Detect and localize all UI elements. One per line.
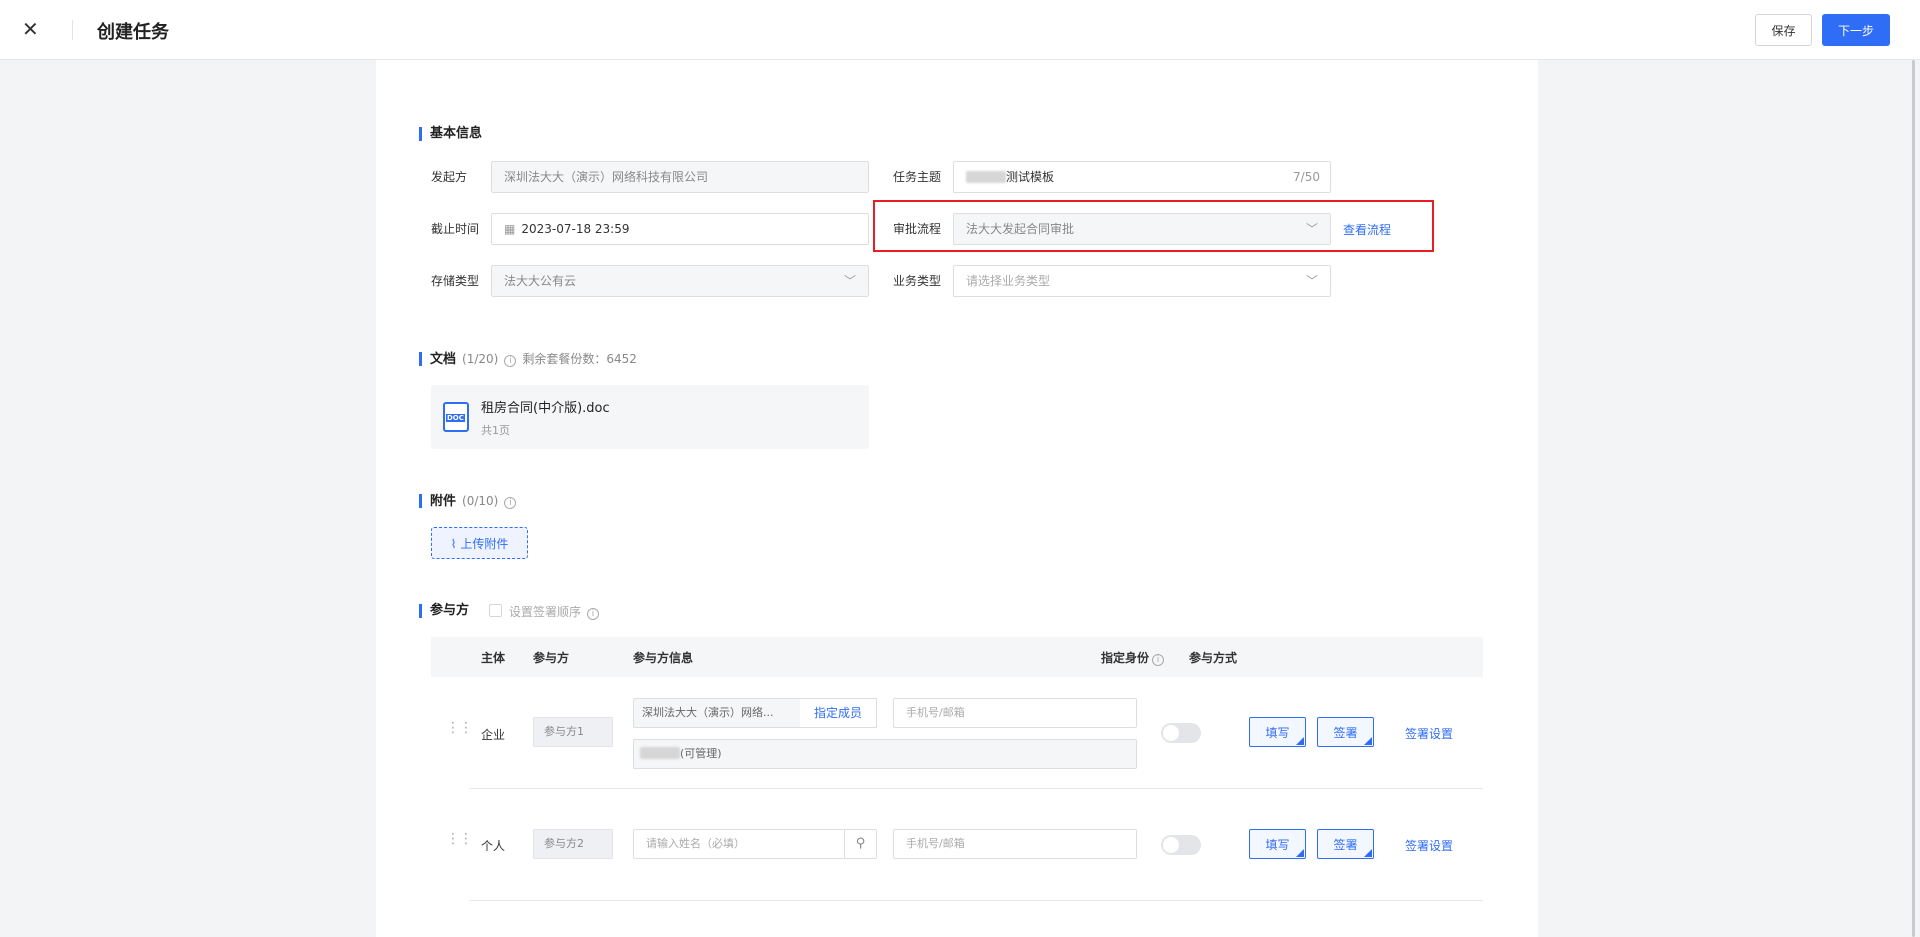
subject-input[interactable]: 测试模板 7/50 (953, 161, 1331, 193)
row2-fill-button[interactable]: 填写 (1249, 829, 1306, 859)
subject-value: 测试模板 (1006, 170, 1055, 184)
sign-order-label: 设置签署顺序 i (509, 603, 600, 620)
assign-member-button[interactable]: 指定成员 (800, 698, 877, 728)
doc-icon-label: DOC (446, 414, 465, 422)
row1-fill-button[interactable]: 填写 (1249, 717, 1306, 747)
th-party: 参与方 (533, 651, 570, 665)
initiator-field: 深圳法大大（演示）网络科技有限公司 (491, 161, 869, 193)
row1-phone-input[interactable]: 手机号/邮箱 (893, 698, 1137, 728)
section-basic-info: 基本信息 (419, 126, 482, 142)
subject-label: 任务主题 (893, 170, 942, 184)
close-icon[interactable]: ✕ (22, 18, 39, 40)
calendar-icon: ▦ (504, 222, 516, 236)
row2-identity-toggle[interactable] (1161, 835, 1201, 855)
section-participants: 参与方 (419, 603, 469, 619)
th-mode: 参与方式 (1189, 651, 1238, 665)
row2-name-placeholder: 请输入姓名（必填） (646, 837, 745, 850)
row1-sign-settings-link[interactable]: 签署设置 (1405, 725, 1453, 742)
participants-table-header: 主体 参与方 参与方信息 指定身份 i 参与方式 (431, 637, 1483, 677)
sign-order-text: 设置签署顺序 (509, 605, 582, 619)
scrollbar-thumb[interactable] (1912, 60, 1915, 937)
row-divider (470, 788, 1483, 789)
subject-char-count: 7/50 (1293, 170, 1320, 184)
docs-count: (1/20) (462, 352, 499, 366)
row1-company: 深圳法大大（演示）网络... (642, 706, 774, 719)
th-identity: 指定身份 i (1101, 649, 1165, 666)
chevron-down-icon: ﹀ (1305, 274, 1318, 288)
document-name: 租房合同(中介版).doc (481, 401, 610, 416)
row2-name-input[interactable]: 请输入姓名（必填） ⚲ (633, 829, 877, 859)
page-title: 创建任务 (97, 22, 169, 43)
row2-phone-input[interactable]: 手机号/邮箱 (893, 829, 1137, 859)
redacted-text (640, 747, 680, 759)
th-subject: 主体 (481, 651, 506, 665)
row1-member-field: (可管理) (633, 739, 1137, 769)
deadline-picker[interactable]: ▦ 2023-07-18 23:59 (491, 213, 869, 245)
identity-text: 指定身份 (1101, 651, 1150, 665)
save-button[interactable]: 保存 (1755, 14, 1812, 46)
row2-sign-settings-link[interactable]: 签署设置 (1405, 837, 1453, 854)
paperclip-icon: ⌇ (450, 536, 461, 551)
th-info: 参与方信息 (633, 651, 694, 665)
deadline-label: 截止时间 (431, 222, 480, 236)
doc-file-icon: DOC (443, 402, 469, 432)
redacted-text (966, 171, 1006, 183)
document-pages: 共1页 (481, 424, 510, 437)
document-card[interactable]: DOC 租房合同(中介版).doc 共1页 (431, 385, 869, 449)
section-documents: 文档 (1/20) i 剩余套餐份数：6452 (419, 351, 637, 367)
docs-remaining: 剩余套餐份数：6452 (522, 352, 637, 366)
upload-attachment-button[interactable]: ⌇ 上传附件 (431, 527, 528, 559)
row1-company-field: 深圳法大大（演示）网络... (633, 698, 801, 728)
drag-handle-icon[interactable]: ⋮⋮ (446, 832, 473, 846)
row2-party: 参与方2 (533, 829, 613, 859)
row1-sign-button[interactable]: 签署 (1317, 717, 1374, 747)
info-icon[interactable]: i (1152, 654, 1165, 666)
attachments-count: (0/10) (462, 494, 499, 508)
biztype-placeholder: 请选择业务类型 (966, 274, 1051, 288)
row2-subject: 个人 (481, 839, 506, 853)
storage-value: 法大大公有云 (504, 274, 577, 288)
section-attachments: 附件 (0/10) i (419, 493, 517, 509)
info-icon[interactable]: i (504, 355, 517, 367)
top-bar: ✕ 创建任务 保存 下一步 (0, 0, 1920, 60)
storage-label: 存储类型 (431, 274, 480, 288)
biztype-select[interactable]: 请选择业务类型 ﹀ (953, 265, 1331, 297)
row2-sign-button[interactable]: 签署 (1317, 829, 1374, 859)
attachments-title: 附件 (430, 494, 457, 509)
row1-member-suffix: (可管理) (680, 747, 722, 760)
info-icon[interactable]: i (504, 497, 517, 509)
initiator-label: 发起方 (431, 170, 468, 184)
deadline-value: 2023-07-18 23:59 (521, 222, 630, 236)
highlight-box (873, 200, 1434, 252)
add-person-icon[interactable]: ⚲ (844, 830, 876, 858)
docs-title: 文档 (430, 352, 457, 367)
row1-phone-placeholder: 手机号/邮箱 (906, 706, 965, 719)
chevron-down-icon: ﹀ (843, 274, 856, 288)
biztype-label: 业务类型 (893, 274, 942, 288)
drag-handle-icon[interactable]: ⋮⋮ (446, 721, 473, 735)
row1-party: 参与方1 (533, 717, 613, 747)
sign-order-checkbox[interactable] (489, 604, 502, 617)
info-icon[interactable]: i (587, 608, 600, 620)
topbar-divider (72, 20, 73, 40)
row-divider (470, 900, 1483, 901)
row2-phone-placeholder: 手机号/邮箱 (906, 837, 965, 850)
row1-identity-toggle[interactable] (1161, 723, 1201, 743)
initiator-value: 深圳法大大（演示）网络科技有限公司 (504, 170, 709, 184)
storage-select[interactable]: 法大大公有云 ﹀ (491, 265, 869, 297)
upload-label: 上传附件 (460, 536, 509, 551)
next-step-button[interactable]: 下一步 (1822, 14, 1890, 46)
row1-subject: 企业 (481, 728, 506, 742)
